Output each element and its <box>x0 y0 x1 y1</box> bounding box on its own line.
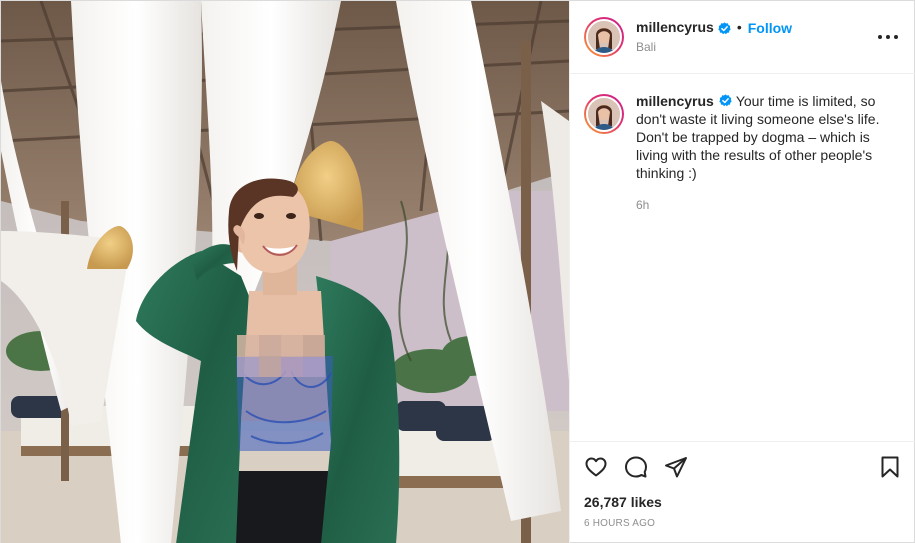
caption-age[interactable]: 6h <box>636 198 902 212</box>
post-header: millencyrus • Follow Bali <box>570 1 915 74</box>
separator-dot: • <box>736 19 742 36</box>
post-photo-illustration <box>1 1 569 543</box>
share-icon[interactable] <box>664 455 688 479</box>
verified-badge-icon <box>719 93 732 107</box>
caption-avatar[interactable] <box>584 94 624 134</box>
post-timestamp[interactable]: 6 HOURS AGO <box>584 518 902 529</box>
avatar-portrait-icon <box>588 21 620 53</box>
caption-body: millencyrus Your time is limited, so don… <box>636 92 894 182</box>
header-username[interactable]: millencyrus <box>636 19 714 36</box>
avatar-image <box>586 96 622 132</box>
post-header-text: millencyrus • Follow Bali <box>636 19 792 54</box>
avatar-image <box>586 19 622 55</box>
instagram-post: millencyrus • Follow Bali millencyrus Yo… <box>0 0 915 543</box>
heart-icon[interactable] <box>584 455 608 479</box>
action-bar <box>584 442 902 492</box>
comments-area[interactable]: millencyrus Your time is limited, so don… <box>570 74 915 441</box>
avatar-portrait-icon <box>588 98 620 130</box>
post-side-panel: millencyrus • Follow Bali millencyrus Yo… <box>569 1 915 543</box>
post-photo[interactable] <box>1 1 569 543</box>
more-dot <box>878 35 882 39</box>
verified-badge-icon <box>718 21 731 35</box>
avatar[interactable] <box>584 17 624 57</box>
caption-username[interactable]: millencyrus <box>636 93 714 109</box>
more-dot <box>886 35 890 39</box>
comment-icon[interactable] <box>624 455 648 479</box>
follow-button[interactable]: Follow <box>748 20 792 36</box>
location-link[interactable]: Bali <box>636 40 792 54</box>
bookmark-icon[interactable] <box>878 455 902 479</box>
header-name-row: millencyrus • Follow <box>636 19 792 36</box>
caption: millencyrus Your time is limited, so don… <box>584 92 902 182</box>
actions-block: 26,787 likes 6 HOURS AGO <box>570 441 915 543</box>
likes-count[interactable]: 26,787 likes <box>584 494 902 510</box>
more-options-icon[interactable] <box>878 29 898 45</box>
more-dot <box>894 35 898 39</box>
